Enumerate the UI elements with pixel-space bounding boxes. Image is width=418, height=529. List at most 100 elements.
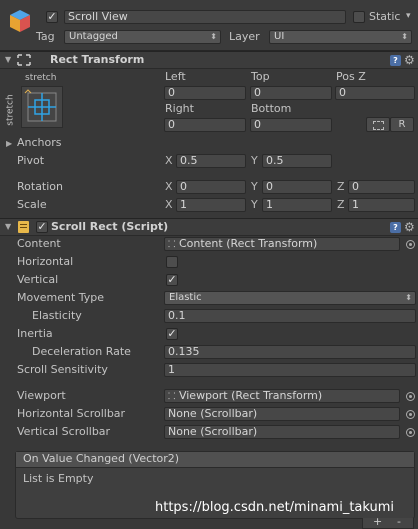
- gear-icon[interactable]: ⚙: [404, 54, 415, 66]
- object-picker-icon[interactable]: [406, 410, 415, 419]
- pivot-y-axis-label: Y: [251, 154, 258, 167]
- left-field[interactable]: 0: [164, 86, 246, 100]
- pivot-x-axis-label: X: [165, 154, 173, 167]
- blueprint-mode-button[interactable]: [366, 117, 390, 132]
- posz-field[interactable]: 0: [335, 86, 415, 100]
- top-label: Top: [251, 70, 270, 83]
- anchors-label[interactable]: Anchors: [17, 136, 62, 150]
- anchors-foldout-arrow-icon[interactable]: ▶: [6, 139, 12, 148]
- scale-z-axis-label: Z: [337, 198, 345, 211]
- gameobject-active-checkbox[interactable]: ✓: [46, 11, 58, 23]
- help-icon[interactable]: ?: [390, 222, 401, 233]
- left-label: Left: [165, 70, 186, 83]
- viewport-label: Viewport: [17, 389, 66, 402]
- rotation-x-axis-label: X: [165, 180, 173, 193]
- scale-z-field[interactable]: 1: [348, 198, 415, 212]
- content-label: Content: [17, 237, 61, 250]
- bottom-label: Bottom: [251, 102, 292, 115]
- watermark-text: https://blog.csdn.net/minami_takumi: [155, 500, 395, 515]
- scale-y-axis-label: Y: [251, 198, 258, 211]
- raw-edit-label: R: [398, 119, 406, 130]
- vertical-scrollbar-label: Vertical Scrollbar: [17, 425, 111, 438]
- movement-type-value: Elastic: [169, 292, 202, 303]
- anchor-preset-side-label: stretch: [5, 94, 16, 126]
- vertical-label: Vertical: [17, 273, 59, 286]
- rotation-label: Rotation: [17, 180, 64, 193]
- help-icon[interactable]: ?: [390, 55, 401, 66]
- tag-value: Untagged: [69, 31, 118, 42]
- rotation-y-axis-label: Y: [251, 180, 258, 193]
- object-picker-icon[interactable]: [406, 428, 415, 437]
- right-label: Right: [165, 102, 194, 115]
- viewport-object-field[interactable]: ⸬ Viewport (Rect Transform): [164, 389, 400, 403]
- tag-dropdown[interactable]: Untagged ⬍: [64, 30, 221, 44]
- elasticity-field[interactable]: 0.1: [164, 309, 416, 323]
- gameobject-cube-icon: [9, 9, 31, 33]
- foldout-arrow-icon[interactable]: ▼: [5, 55, 11, 64]
- static-label: Static: [369, 10, 401, 23]
- vertical-checkbox[interactable]: ✓: [166, 274, 178, 286]
- rotation-z-field[interactable]: 0: [348, 180, 415, 194]
- anchor-preset-top-label: stretch: [25, 73, 57, 83]
- add-listener-button[interactable]: +: [373, 515, 382, 528]
- scale-x-axis-label: X: [165, 198, 173, 211]
- rotation-y-field[interactable]: 0: [262, 180, 332, 194]
- pivot-label: Pivot: [17, 154, 45, 167]
- static-dropdown-arrow-icon[interactable]: ▾: [406, 11, 411, 21]
- rotation-x-field[interactable]: 0: [176, 180, 246, 194]
- gear-icon[interactable]: ⚙: [404, 221, 415, 233]
- horizontal-scrollbar-field[interactable]: None (Scrollbar): [164, 407, 400, 421]
- scale-x-field[interactable]: 1: [176, 198, 246, 212]
- scroll-rect-title: Scroll Rect (Script): [51, 220, 169, 233]
- layer-value: UI: [274, 31, 285, 42]
- elasticity-label: Elasticity: [32, 309, 82, 322]
- deceleration-rate-field[interactable]: 0.135: [164, 345, 416, 359]
- pivot-y-field[interactable]: 0.5: [262, 154, 332, 168]
- chevron-down-icon: ⬍: [210, 32, 217, 41]
- movement-type-label: Movement Type: [17, 291, 105, 304]
- anchor-presets-button[interactable]: [21, 86, 63, 128]
- scale-label: Scale: [17, 198, 47, 211]
- horizontal-checkbox[interactable]: [166, 256, 178, 268]
- rect-transform-header[interactable]: ▼ Rect Transform ? ⚙: [0, 51, 418, 69]
- layer-label: Layer: [229, 30, 260, 43]
- tag-label: Tag: [36, 30, 55, 43]
- posz-label: Pos Z: [336, 70, 366, 83]
- object-picker-icon[interactable]: [406, 240, 415, 249]
- vertical-scrollbar-field[interactable]: None (Scrollbar): [164, 425, 400, 439]
- scroll-rect-header[interactable]: ▼ ✓ Scroll Rect (Script) ? ⚙: [0, 218, 418, 236]
- pivot-x-field[interactable]: 0.5: [176, 154, 246, 168]
- horizontal-label: Horizontal: [17, 255, 74, 268]
- object-picker-icon[interactable]: [406, 392, 415, 401]
- layer-dropdown[interactable]: UI ⬍: [269, 30, 412, 44]
- scroll-sensitivity-field[interactable]: 1: [164, 363, 416, 377]
- chevron-down-icon: ⬍: [405, 293, 412, 302]
- right-field[interactable]: 0: [164, 118, 246, 132]
- event-header: On Value Changed (Vector2): [16, 452, 414, 468]
- bottom-field[interactable]: 0: [250, 118, 332, 132]
- blueprint-icon: [373, 121, 384, 130]
- viewport-value: Viewport (Rect Transform): [178, 389, 323, 402]
- rotation-z-axis-label: Z: [337, 180, 345, 193]
- gameobject-name-field[interactable]: Scroll View: [64, 10, 346, 24]
- remove-listener-button[interactable]: -: [397, 515, 401, 528]
- horizontal-scrollbar-label: Horizontal Scrollbar: [17, 407, 126, 420]
- top-field[interactable]: 0: [250, 86, 332, 100]
- movement-type-dropdown[interactable]: Elastic ⬍: [164, 291, 416, 305]
- content-object-field[interactable]: ⸬ Content (Rect Transform): [164, 237, 400, 251]
- scroll-rect-enabled-checkbox[interactable]: ✓: [36, 221, 48, 233]
- event-footer: + -: [362, 515, 414, 529]
- script-icon: [18, 221, 29, 233]
- rect-transform-small-icon: ⸬: [168, 392, 176, 402]
- deceleration-rate-label: Deceleration Rate: [32, 345, 131, 358]
- static-checkbox[interactable]: [353, 11, 365, 23]
- rect-transform-small-icon: ⸬: [168, 240, 176, 250]
- raw-edit-button[interactable]: R: [390, 117, 414, 132]
- scroll-sensitivity-label: Scroll Sensitivity: [17, 363, 108, 376]
- scale-y-field[interactable]: 1: [262, 198, 332, 212]
- inertia-checkbox[interactable]: ✓: [166, 328, 178, 340]
- content-value: Content (Rect Transform): [178, 237, 318, 250]
- rect-transform-icon: [17, 54, 31, 66]
- event-empty-text: List is Empty: [23, 472, 94, 485]
- foldout-arrow-icon[interactable]: ▼: [5, 222, 11, 231]
